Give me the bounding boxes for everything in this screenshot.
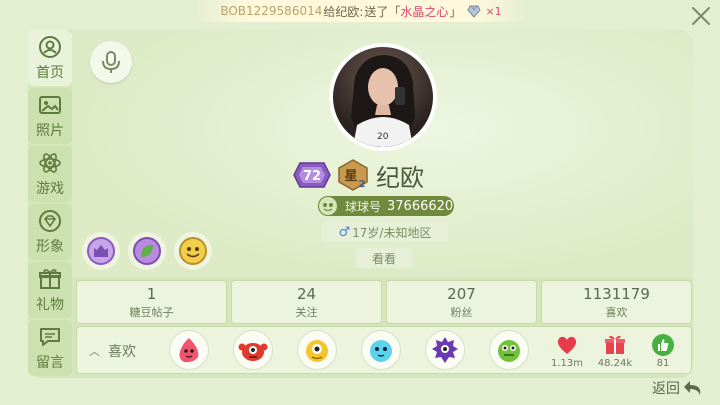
tab-label: 留言 (36, 354, 64, 371)
tab-gifts[interactable]: 礼物 (28, 262, 72, 318)
stat-likes[interactable]: 1131179 喜欢 (541, 280, 692, 324)
stat-fans[interactable]: 207 粉丝 (386, 280, 537, 324)
reaction-count: 48.24k (597, 358, 633, 369)
stat-value: 1 (146, 284, 157, 303)
notification-gift-name: 水晶之心 (400, 4, 449, 19)
notification-user-id: BOB1229586014 (220, 4, 323, 18)
svg-text:20: 20 (377, 132, 389, 142)
message-icon (40, 327, 60, 346)
green-fuzzy-avatar[interactable] (489, 330, 529, 370)
likes-label: 喜欢 (108, 344, 136, 360)
badge-purple-leaf[interactable] (128, 232, 166, 270)
pink-monster-icon (179, 338, 199, 363)
user-id-badge: 球球号 37666620 (318, 196, 454, 216)
level-badge: 72 (293, 162, 331, 188)
badge-purple-castle[interactable] (82, 232, 120, 270)
microphone-icon (102, 51, 120, 73)
stat-label: 关注 (295, 305, 318, 319)
stat-value: 1131179 (583, 284, 650, 303)
heart-icon (557, 336, 577, 354)
stat-label: 喜欢 (605, 305, 628, 319)
stat-following[interactable]: 24 关注 (231, 280, 382, 324)
back-label: 返回 (652, 381, 680, 397)
star-badge: 星 2 (338, 159, 368, 191)
thumbs-up-icon (652, 334, 674, 356)
green-monster-icon (498, 340, 520, 362)
gift-reaction[interactable]: 48.24k (595, 333, 635, 373)
voice-button[interactable] (90, 41, 132, 83)
gift-icon (605, 335, 625, 354)
leaf-badge-icon (133, 237, 161, 265)
reaction-count: 81 (656, 358, 670, 369)
cyan-monster-icon (370, 340, 392, 362)
avatar-portrait: 20 (351, 55, 415, 147)
gem-icon (39, 209, 61, 232)
age-location: ♂ 17岁/未知地区 (322, 222, 448, 242)
tab-label: 形象 (36, 238, 64, 255)
back-button[interactable]: 返回 (652, 378, 704, 398)
notification-action-end: 」 (449, 4, 462, 19)
ball-mascot-icon (318, 196, 338, 216)
gift-icon (39, 268, 61, 289)
purple-spiky-avatar[interactable] (425, 330, 465, 370)
stat-posts[interactable]: 1 糖豆帖子 (76, 280, 227, 324)
tab-label: 首页 (36, 64, 64, 81)
red-monster-icon (238, 343, 268, 361)
tab-home[interactable]: 首页 (28, 30, 72, 86)
profile-stats: 1 糖豆帖子 24 关注 207 粉丝 1131179 喜欢 (76, 280, 692, 324)
likes-toggle[interactable]: ︿ 喜欢 (89, 341, 136, 361)
tab-photos[interactable]: 照片 (28, 88, 72, 144)
user-name: 纪欧 (376, 163, 424, 192)
tab-messages[interactable]: 留言 (28, 320, 72, 376)
notification-verb: 给纪欧: (323, 4, 364, 19)
tab-games[interactable]: 游戏 (28, 146, 72, 202)
tab-label: 照片 (36, 122, 64, 139)
id-number: 37666620 (387, 198, 454, 214)
photo-icon (39, 95, 61, 114)
id-label: 球球号 (345, 199, 382, 214)
yellow-monster-icon (306, 340, 328, 362)
purple-monster-icon (432, 337, 458, 363)
stat-value: 207 (447, 284, 476, 303)
badge-gold-smile[interactable] (174, 232, 212, 270)
side-tabs: 首页 照片 游戏 形象 礼物 留言 (28, 30, 72, 378)
atom-icon (39, 152, 61, 173)
see-button[interactable]: 看看 (356, 248, 412, 268)
heart-reaction[interactable]: 1.13m (547, 333, 587, 373)
tab-label: 游戏 (36, 180, 64, 197)
gift-notification: BOB1229586014 给纪欧: 送了「 水晶之心 」 ×1 (196, 0, 526, 22)
avatar[interactable]: 20 (329, 43, 437, 151)
likes-bar: ︿ 喜欢 1.13m 48.24k 81 (76, 326, 692, 374)
male-icon: ♂ (338, 224, 351, 240)
stat-value: 24 (296, 284, 317, 303)
cyan-blob-avatar[interactable] (361, 330, 401, 370)
chevron-up-icon: ︿ (89, 345, 100, 358)
star-label: 星 (344, 169, 357, 184)
achievement-badges (82, 232, 220, 270)
yellow-eye-avatar[interactable] (297, 330, 337, 370)
return-arrow-icon (684, 381, 701, 395)
person-icon (39, 35, 61, 58)
castle-badge-icon (87, 237, 115, 265)
thumbs-reaction[interactable]: 81 (643, 333, 683, 373)
location-text: 17岁/未知地区 (352, 225, 432, 240)
tab-appearance[interactable]: 形象 (28, 204, 72, 260)
close-icon[interactable] (690, 5, 712, 27)
stat-label: 粉丝 (450, 305, 473, 319)
reaction-count: 1.13m (550, 358, 583, 369)
name-row: 72 星 2 纪欧 (292, 157, 424, 193)
stat-label: 糖豆帖子 (129, 305, 174, 319)
smile-badge-icon (179, 237, 207, 265)
red-crab-avatar[interactable] (233, 330, 273, 370)
tab-label: 礼物 (36, 296, 64, 313)
level-number: 72 (303, 169, 321, 184)
pink-blob-avatar[interactable] (169, 330, 209, 370)
star-level: 2 (359, 179, 366, 190)
notification-action: 送了「 (364, 4, 401, 19)
notification-count: ×1 (485, 4, 502, 18)
crystal-heart-icon (467, 5, 482, 18)
